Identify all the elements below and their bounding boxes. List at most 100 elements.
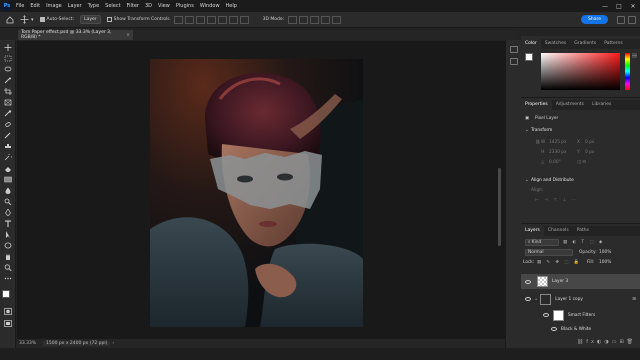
align-options-icon[interactable]: ⊢ ⊣ ⊤ ⊥ ⋯ [535, 198, 578, 203]
more-options-icon[interactable] [239, 15, 249, 24]
comments-panel-icon[interactable] [510, 58, 518, 65]
dodge-tool-icon[interactable] [4, 198, 12, 205]
fx-icon[interactable]: fx [586, 339, 597, 345]
crop-tool-icon[interactable] [4, 88, 12, 95]
artboard-tool-icon[interactable] [4, 55, 12, 62]
tab-adjustments[interactable]: Adjustments [552, 100, 588, 110]
history-brush-tool-icon[interactable] [4, 154, 12, 161]
chevron-down-icon[interactable]: ⌄ [525, 128, 529, 133]
workspace-icon[interactable] [628, 15, 636, 24]
new-layer-icon[interactable]: ⊞ [619, 339, 626, 345]
transform-controls-checkbox[interactable] [106, 17, 112, 22]
menu-plugins[interactable]: Plugins [176, 3, 194, 9]
visibility-eye-icon[interactable] [525, 297, 531, 301]
height-field[interactable]: 2330 px [549, 150, 567, 155]
shape-tool-icon[interactable] [4, 242, 12, 249]
home-icon[interactable] [6, 15, 14, 24]
frame-tool-icon[interactable] [4, 99, 12, 106]
align-top-icon[interactable] [206, 15, 216, 24]
opacity-value[interactable]: 100% [599, 250, 611, 255]
document-info[interactable]: 1500 px x 2400 px (72 ppi) [43, 341, 111, 346]
chevron-down-icon[interactable]: ⌄ [534, 296, 538, 302]
visibility-eye-icon[interactable] [525, 279, 531, 284]
maximize-button[interactable]: □ [612, 3, 626, 10]
tab-layers[interactable]: Layers [521, 226, 544, 236]
tab-patterns[interactable]: Patterns [600, 39, 627, 49]
auto-select-target-value[interactable]: Layer [80, 15, 101, 24]
quick-select-tool-icon[interactable] [4, 77, 12, 84]
menu-image[interactable]: Image [46, 3, 62, 9]
y-field[interactable]: 0 px [585, 150, 594, 155]
lasso-tool-icon[interactable] [4, 66, 12, 73]
foreground-color-swatch[interactable] [2, 290, 10, 298]
menu-view[interactable]: View [158, 3, 170, 9]
color-foreground-swatch[interactable] [525, 53, 533, 61]
layer-name[interactable]: Smart Filters [568, 313, 595, 318]
blend-mode-dropdown[interactable]: Normal [525, 249, 573, 256]
tab-properties[interactable]: Properties [521, 100, 552, 110]
screen-mode-icon[interactable] [4, 320, 12, 327]
layer-name[interactable]: Black & White [561, 327, 591, 332]
layer-row[interactable]: Black & White [521, 324, 640, 334]
document-canvas-image[interactable] [150, 59, 363, 327]
menu-window[interactable]: Window [200, 3, 220, 9]
clone-stamp-tool-icon[interactable] [4, 143, 12, 150]
folder-icon[interactable]: ▭ [612, 339, 620, 345]
lock-icons[interactable]: ▦ ✎ ✥ ⬚ 🔒 [537, 260, 581, 265]
type-tool-icon[interactable] [4, 220, 12, 227]
eyedropper-tool-icon[interactable] [4, 110, 12, 117]
3d-roll-icon[interactable] [299, 15, 309, 24]
close-window-button[interactable]: ✕ [626, 3, 640, 10]
menu-select[interactable]: Select [105, 3, 120, 9]
auto-select-option[interactable]: Auto-Select: [39, 17, 74, 22]
tab-color[interactable]: Color [521, 39, 541, 49]
minimize-button[interactable]: — [598, 3, 612, 10]
angle-field[interactable]: 0.00° [549, 160, 561, 165]
3d-slide-icon[interactable] [321, 15, 331, 24]
menu-help[interactable]: Help [226, 3, 237, 9]
share-button[interactable]: Share [581, 15, 608, 24]
hand-tool-icon[interactable] [4, 253, 12, 260]
document-tab[interactable]: Torn Paper effect.psd @ 33.3% (Layer 3, … [18, 30, 133, 40]
menu-type[interactable]: Type [88, 3, 99, 9]
chevron-down-icon[interactable]: ▾ [31, 17, 34, 23]
fill-value[interactable]: 100% [599, 260, 611, 265]
tab-gradients[interactable]: Gradients [570, 39, 600, 49]
layer-kind-filter[interactable]: ⌕ Kind [525, 239, 559, 246]
search-icon[interactable] [617, 15, 625, 24]
eraser-tool-icon[interactable] [4, 165, 12, 172]
link-dimensions-icon[interactable]: ⛓ [535, 140, 540, 145]
menu-3d[interactable]: 3D [145, 3, 152, 9]
menu-edit[interactable]: Edit [30, 3, 40, 9]
panel-menu-icon[interactable] [632, 53, 637, 58]
menu-layer[interactable]: Layer [68, 3, 82, 9]
filter-mask-thumbnail[interactable] [553, 309, 564, 321]
3d-drag-icon[interactable] [310, 15, 320, 24]
align-center-icon[interactable] [184, 15, 194, 24]
menu-file[interactable]: File [16, 3, 24, 9]
hue-slider[interactable] [625, 53, 630, 90]
align-bottom-icon[interactable] [228, 15, 238, 24]
link-layers-icon[interactable]: ⛓ [577, 339, 586, 345]
brush-tool-icon[interactable] [4, 132, 12, 139]
show-transform-controls-option[interactable]: Show Transform Controls [106, 17, 170, 22]
auto-select-target-dropdown[interactable]: Layer [80, 15, 101, 24]
move-tool-icon[interactable] [4, 44, 12, 51]
history-panel-icon[interactable] [510, 46, 518, 53]
visibility-eye-icon[interactable] [543, 313, 549, 317]
tab-libraries[interactable]: Libraries [588, 100, 615, 110]
quick-mask-icon[interactable] [4, 308, 12, 315]
color-picker-field[interactable] [541, 53, 620, 90]
width-field[interactable]: 1425 px [549, 140, 567, 145]
x-field[interactable]: 0 px [585, 140, 594, 145]
path-selection-tool-icon[interactable] [4, 231, 12, 238]
tab-paths[interactable]: Paths [573, 226, 593, 236]
tab-channels[interactable]: Channels [544, 226, 573, 236]
menu-filter[interactable]: Filter [127, 3, 139, 9]
zoom-tool-icon[interactable] [4, 264, 12, 271]
close-tab-icon[interactable]: × [126, 33, 130, 38]
align-right-icon[interactable] [195, 15, 205, 24]
tab-swatches[interactable]: Swatches [541, 39, 571, 49]
healing-brush-tool-icon[interactable] [4, 121, 12, 128]
layer-filter-icons[interactable]: ▦ ◐ T ⬚ ◆ [563, 240, 604, 245]
